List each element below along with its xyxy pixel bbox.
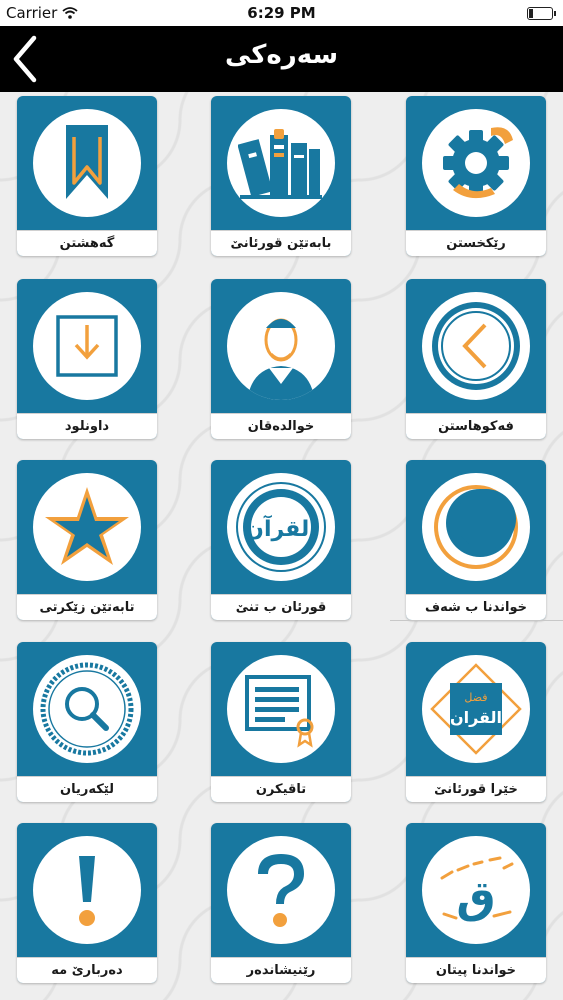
menu-tile-quran-only[interactable]: القرآن قورئان ب تنێ [211, 460, 351, 620]
menu-tile-label: بابەتێن قورئانێ [211, 230, 351, 256]
menu-tile-label: دەربارێ مە [17, 957, 157, 983]
about-icon [79, 856, 95, 926]
menu-tile-label: خواندنا ب شەف [406, 594, 546, 620]
menu-tile-label: داونلود [17, 413, 157, 439]
virtue-big-text: القران [450, 708, 502, 727]
clock: 6:29 PM [247, 4, 316, 22]
quran-calligraphy-icon: القرآن [236, 482, 326, 572]
menu-tile-label: فەکوهاستن [406, 413, 546, 439]
search-icon [40, 662, 134, 756]
share-icon [432, 302, 520, 390]
navigation-bar: سەرەکی [0, 26, 563, 92]
virtue-small-text: فضل [464, 691, 487, 704]
menu-tile-label: خواندنا پیتان [406, 957, 546, 983]
menu-tile-label: قورئان ب تنێ [211, 594, 351, 620]
menu-tile-label: تابەتێن زێکرتی [17, 594, 157, 620]
download-icon [56, 315, 118, 377]
page-title: سەرەکی [224, 40, 339, 70]
menu-tile-label: رێکخستن [406, 230, 546, 256]
reciter-icon [247, 318, 315, 400]
menu-tile-label: رێنیشاندەر [211, 957, 351, 983]
menu-tile-download[interactable]: داونلود [17, 279, 157, 439]
bookmark-icon [66, 125, 108, 199]
menu-tile-about[interactable]: دەربارێ مە [17, 823, 157, 983]
divider [390, 620, 563, 621]
books-icon [238, 129, 322, 199]
menu-tile-label: خوالدەقان [211, 413, 351, 439]
star-icon [45, 487, 129, 565]
menu-tile-quran-virtue[interactable]: فضل القران خێرا قورئانێ [406, 642, 546, 802]
menu-tile-search[interactable]: لێکەریان [17, 642, 157, 802]
menu-tile-letters[interactable]: ق خواندنا پیتان [406, 823, 546, 983]
menu-tile-favorites[interactable]: تابەتێن زێکرتی [17, 460, 157, 620]
quiz-icon [245, 675, 314, 748]
menu-tile-label: خێرا قورئانێ [406, 776, 546, 802]
quran-calligraphy-text: القرآن [245, 514, 317, 542]
menu-tile-night-reading[interactable]: خواندنا ب شەف [406, 460, 546, 620]
settings-icon [443, 127, 513, 199]
letters-icon: ق [440, 856, 514, 923]
menu-tile-help[interactable]: رێنیشاندەر [211, 823, 351, 983]
menu-tile-label: گەهشتن [17, 230, 157, 256]
help-icon [258, 854, 304, 927]
battery-icon [527, 7, 556, 20]
menu-tile-reciters[interactable]: خوالدەقان [211, 279, 351, 439]
menu-tile-quran-topics[interactable]: بابەتێن قورئانێ [211, 96, 351, 256]
menu-tile-label: لێکەریان [17, 776, 157, 802]
menu-tile-label: تاقیکرن [211, 776, 351, 802]
menu-tile-settings[interactable]: رێکخستن [406, 96, 546, 256]
menu-tile-share[interactable]: فەکوهاستن [406, 279, 546, 439]
quran-virtue-icon: فضل القران [430, 663, 522, 755]
menu-grid: گەهشتن بابەتێن قورئانێ رێکخستن داونلود خ… [0, 92, 563, 1000]
night-moon-icon [434, 485, 518, 569]
letter-glyph: ق [456, 872, 495, 923]
menu-tile-quiz[interactable]: تاقیکرن [211, 642, 351, 802]
menu-tile-bookmark[interactable]: گەهشتن [17, 96, 157, 256]
status-bar: Carrier 6:29 PM [0, 0, 563, 26]
